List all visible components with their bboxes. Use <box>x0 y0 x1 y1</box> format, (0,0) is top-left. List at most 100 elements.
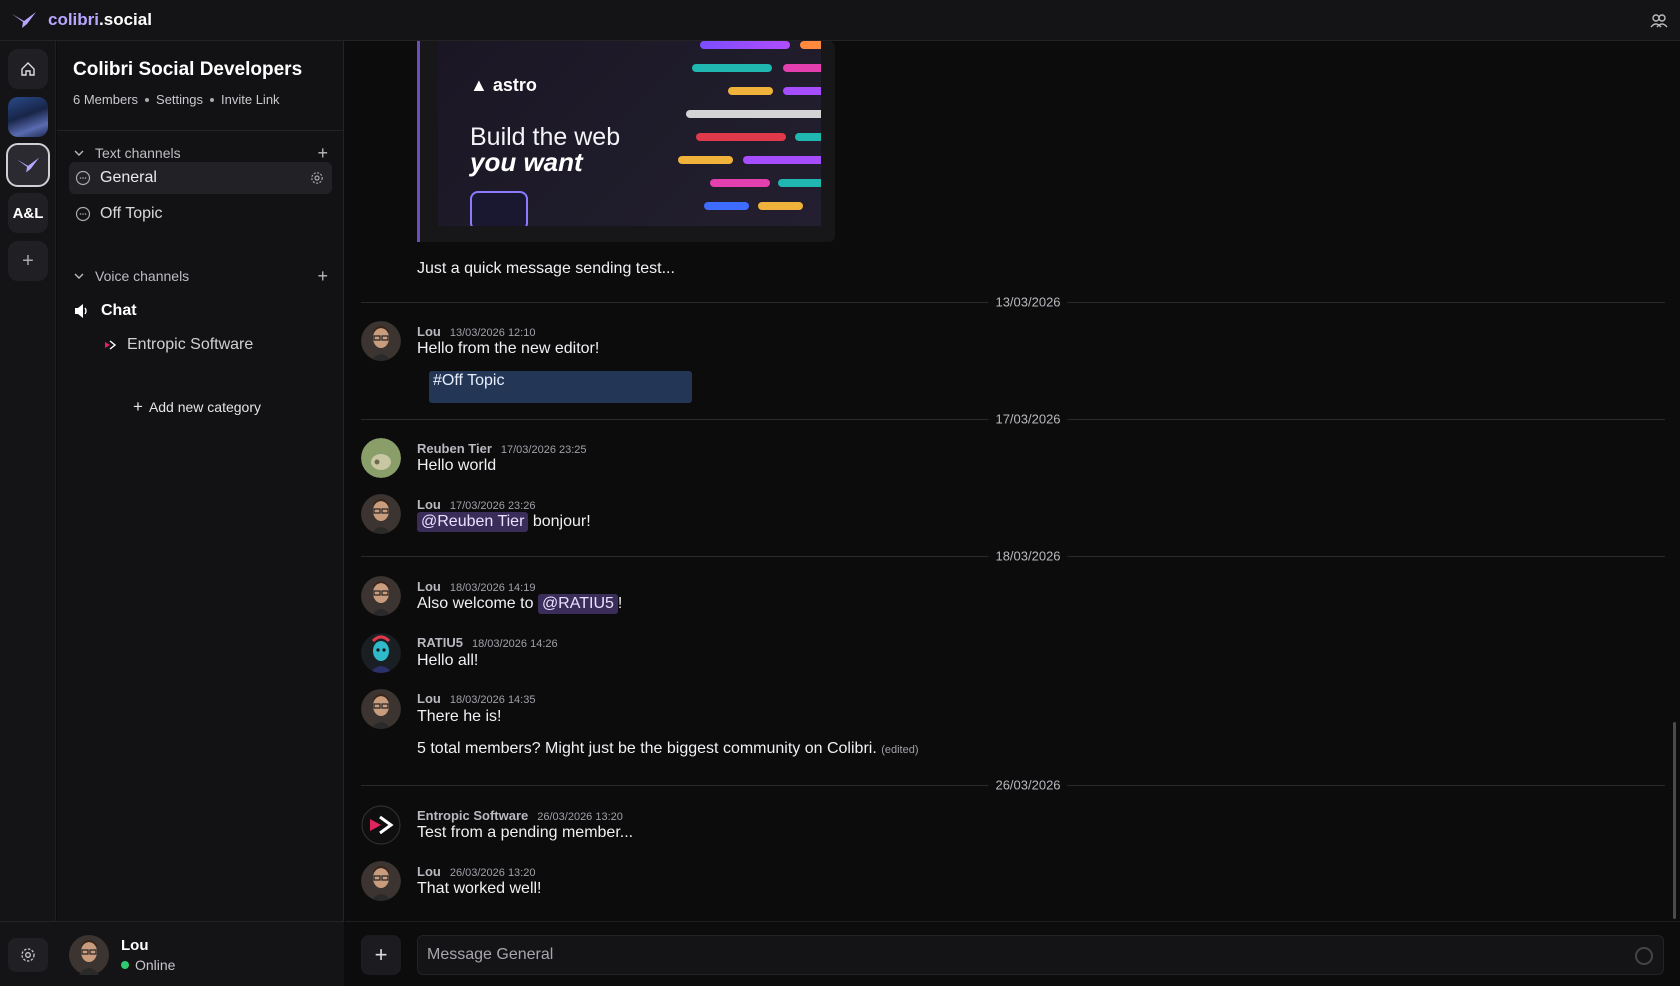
date-label: 26/03/2026 <box>988 777 1068 793</box>
date-separator: 17/03/2026 <box>361 411 1665 427</box>
message-header: Lou 18/03/2026 14:19 <box>417 579 535 594</box>
message-body: 5 total members? Might just be the bigge… <box>417 740 877 757</box>
attach-button[interactable]: + <box>361 935 401 975</box>
colibri-server-icon <box>16 157 40 173</box>
status-label: Online <box>135 957 176 973</box>
user-status[interactable]: Online <box>121 957 175 973</box>
message-header: Lou 18/03/2026 14:35 <box>417 691 535 706</box>
date-separator: 26/03/2026 <box>361 777 1665 793</box>
author-name[interactable]: Reuben Tier <box>417 441 492 456</box>
message-text: Hello all! <box>417 652 479 669</box>
message-header: Lou 13/03/2026 12:10 <box>417 324 535 339</box>
members-icon[interactable] <box>1650 12 1668 30</box>
add-category-button[interactable]: + Add new category <box>133 397 261 417</box>
decor-stripe <box>783 87 821 95</box>
invite-link[interactable]: Invite Link <box>221 92 280 107</box>
plus-icon: + <box>22 249 34 272</box>
message-text: 5 total members? Might just be the bigge… <box>417 740 919 758</box>
voice-channel-chat[interactable]: Chat <box>73 302 137 320</box>
lou-avatar <box>361 689 401 729</box>
timestamp: 26/03/2026 13:20 <box>449 867 536 879</box>
embed-headline-emphasis: you want <box>470 147 583 177</box>
category-label: Text channels <box>95 145 181 161</box>
add-server-button[interactable]: + <box>8 241 48 281</box>
decor-stripe <box>758 202 803 210</box>
text-channels-category[interactable]: Text channels + <box>73 143 328 164</box>
message-list[interactable]: ▲ astro Build the web you want Just a qu… <box>345 41 1680 921</box>
timestamp: 13/03/2026 12:10 <box>449 327 536 339</box>
separator-dot <box>210 97 215 102</box>
avatar[interactable] <box>361 438 401 478</box>
decor-stripe <box>728 87 773 95</box>
brand[interactable]: colibri.social <box>10 10 152 30</box>
top-bar: colibri.social <box>0 0 1680 41</box>
message-body: Also welcome to <box>417 595 538 612</box>
date-label: 18/03/2026 <box>988 548 1068 564</box>
avatar[interactable] <box>361 321 401 361</box>
decor-stripe <box>692 64 772 72</box>
message-text: There he is! <box>417 708 502 725</box>
user-bar: Lou Online <box>0 921 344 986</box>
author-name[interactable]: Lou <box>417 864 441 879</box>
user-avatar[interactable] <box>69 935 109 975</box>
channel-general[interactable]: General <box>69 162 332 194</box>
link-embed[interactable]: ▲ astro Build the web you want <box>417 41 835 242</box>
gear-icon[interactable] <box>310 171 324 185</box>
message-input[interactable]: Message General <box>417 935 1664 975</box>
author-name[interactable]: RATIU5 <box>417 635 463 650</box>
avatar[interactable] <box>361 633 401 673</box>
entropic-avatar-icon <box>361 805 401 845</box>
channel-off-topic[interactable]: Off Topic <box>69 198 332 230</box>
message-composer: + Message General <box>345 921 1680 986</box>
chat-bubble-icon <box>75 206 91 222</box>
timestamp: 18/03/2026 14:26 <box>471 638 558 650</box>
message-header: Lou 26/03/2026 13:20 <box>417 864 535 879</box>
embed-image[interactable]: ▲ astro Build the web you want <box>438 41 821 226</box>
member-count[interactable]: 6 Members <box>73 92 138 107</box>
timestamp: 26/03/2026 13:20 <box>537 811 623 823</box>
scrollbar[interactable] <box>1673 722 1676 919</box>
add-voice-channel-icon[interactable]: + <box>317 266 328 287</box>
server-icon-colibri[interactable] <box>6 143 50 187</box>
user-name: Lou <box>121 937 149 954</box>
author-name[interactable]: Lou <box>417 579 441 594</box>
decor-stripe <box>686 110 821 118</box>
voice-member[interactable]: Entropic Software <box>103 336 253 354</box>
server-icon-1[interactable] <box>8 97 48 137</box>
separator-dot <box>145 97 150 102</box>
user-mention[interactable]: @RATIU5 <box>537 594 618 614</box>
decor-stripe <box>700 41 790 49</box>
brand-name: colibri <box>48 10 100 29</box>
online-indicator <box>121 961 129 969</box>
reuben-avatar <box>361 438 401 478</box>
home-button[interactable] <box>8 49 48 89</box>
author-name[interactable]: Lou <box>417 497 441 512</box>
user-mention[interactable]: @Reuben Tier <box>417 512 529 532</box>
emoji-icon[interactable] <box>1635 947 1653 965</box>
server-initials: A&L <box>12 204 44 222</box>
avatar[interactable] <box>361 494 401 534</box>
author-name[interactable]: Entropic Software <box>417 808 528 823</box>
add-text-channel-icon[interactable]: + <box>317 143 328 164</box>
message-text: @Reuben Tier bonjour! <box>417 512 591 532</box>
divider <box>57 130 344 131</box>
decor-stripe <box>704 202 749 210</box>
plus-icon: + <box>374 942 388 967</box>
channel-label: General <box>100 169 157 186</box>
settings-link[interactable]: Settings <box>156 92 203 107</box>
message-suffix: ! <box>617 595 623 612</box>
avatar[interactable] <box>361 805 401 845</box>
server-icon-al[interactable]: A&L <box>8 193 48 233</box>
message-text: Hello world <box>417 457 497 474</box>
avatar[interactable] <box>361 576 401 616</box>
author-name[interactable]: Lou <box>417 324 441 339</box>
author-name[interactable]: Lou <box>417 691 441 706</box>
avatar[interactable] <box>361 861 401 901</box>
settings-button[interactable] <box>8 938 48 972</box>
member-label: Entropic Software <box>127 336 254 353</box>
avatar[interactable] <box>361 689 401 729</box>
channel-link[interactable]: #Off Topic <box>429 371 692 403</box>
chat-bubble-icon <box>75 170 91 186</box>
gear-icon <box>21 948 35 962</box>
voice-channels-category[interactable]: Voice channels + <box>73 266 328 287</box>
